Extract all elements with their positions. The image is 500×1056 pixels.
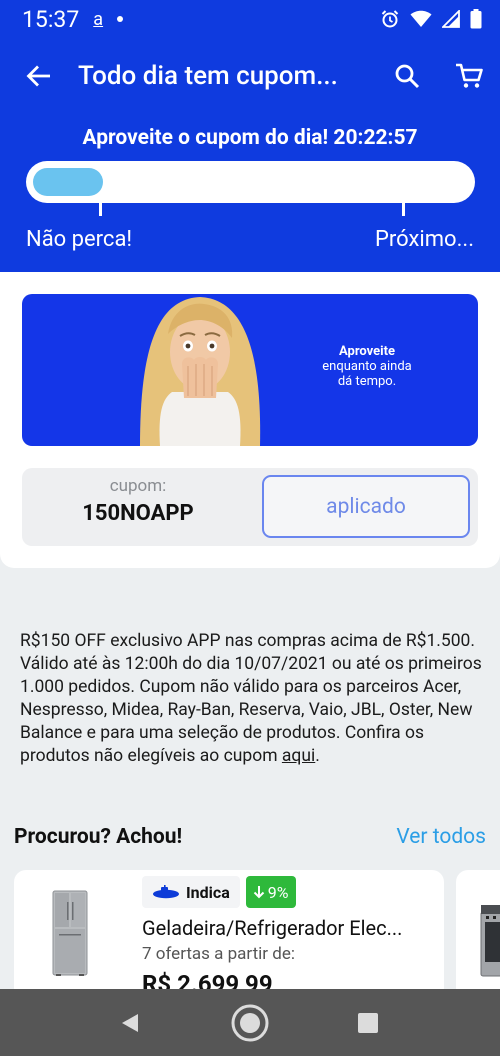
product-card-next[interactable] [456, 870, 500, 1000]
nav-home-button[interactable] [210, 989, 290, 1056]
coupon-timer-headline: Aproveite o cupom do dia! 20:22:57 [82, 126, 418, 150]
coupon-card: Aproveite enquanto ainda dá tempo. cupom… [0, 272, 500, 568]
progress-marker-left [99, 203, 102, 216]
progress-label-left: Não perca! [26, 227, 133, 252]
coupon-timer-section: Aproveite o cupom do dia! 20:22:57 Não p… [0, 114, 500, 272]
notification-dot-icon [117, 16, 124, 22]
terms-end: . [315, 746, 320, 766]
product-badges: Indica 9% [142, 876, 296, 908]
nav-back-button[interactable] [90, 989, 170, 1056]
alarm-icon [381, 10, 399, 28]
banner-line-2: enquanto ainda [322, 359, 412, 374]
banner-text: Aproveite enquanto ainda dá tempo. [292, 344, 442, 389]
submarine-icon [153, 885, 179, 899]
see-all-link[interactable]: Ver todos [396, 825, 486, 849]
notification-icon: a [93, 8, 104, 30]
section-title: Procurou? Achou! [14, 825, 183, 849]
coupon-terms-text: R$150 OFF exclusivo APP nas compras acim… [20, 631, 482, 766]
terms-link[interactable]: aqui [282, 746, 315, 766]
status-time: 15:37 [22, 5, 80, 33]
nav-recents-button[interactable] [328, 989, 408, 1056]
coupon-box: cupom: 150NOAPP aplicado [22, 468, 478, 546]
progress-label-right: Próximo... [375, 227, 474, 252]
arrow-left-icon [26, 65, 50, 87]
coupon-applied-button[interactable]: aplicado [262, 475, 470, 538]
discount-badge-label: 9% [267, 882, 289, 902]
search-button[interactable] [376, 38, 438, 114]
banner-line-1: Aproveite [338, 344, 396, 359]
coupon-progress-bar [26, 161, 475, 203]
page-title: Todo dia tem cupom... [78, 61, 338, 91]
status-bar: 15:37 a [0, 0, 500, 38]
wifi-icon [410, 10, 432, 27]
signal-icon [442, 10, 460, 28]
coupon-label: cupom: [109, 476, 167, 496]
coupon-terms: R$150 OFF exclusivo APP nas compras acim… [20, 630, 482, 768]
product-offers: 7 ofertas a partir de: [142, 944, 295, 964]
section-header: Procurou? Achou! Ver todos [14, 822, 486, 852]
product-name[interactable]: Geladeira/Refrigerador Elec... [142, 916, 437, 940]
surprised-woman-image [140, 297, 261, 446]
cart-icon [456, 63, 483, 88]
app-bar: Todo dia tem cupom... [0, 38, 500, 114]
brand-badge-label: Indica [186, 882, 230, 902]
progress-marker-right [402, 203, 405, 216]
search-icon [395, 64, 420, 89]
discount-badge: 9% [245, 876, 296, 908]
coupon-progress-fill [33, 168, 103, 196]
back-button[interactable] [0, 38, 78, 114]
circle-home-icon [231, 1004, 269, 1041]
triangle-back-icon [122, 1013, 138, 1032]
promo-banner[interactable]: Aproveite enquanto ainda dá tempo. [22, 294, 478, 446]
banner-line-3: dá tempo. [337, 374, 397, 389]
brand-badge: Indica [142, 876, 240, 908]
stove-image [480, 905, 500, 977]
system-nav-bar [0, 989, 500, 1056]
product-card[interactable]: Indica 9% Geladeira/Refrigerador Elec...… [14, 870, 444, 1000]
refrigerator-image [52, 890, 88, 976]
battery-icon [470, 9, 482, 29]
square-recents-icon [358, 1012, 378, 1033]
arrow-down-icon [253, 886, 265, 899]
cart-button[interactable] [438, 38, 500, 114]
coupon-code: 150NOAPP [82, 501, 194, 526]
